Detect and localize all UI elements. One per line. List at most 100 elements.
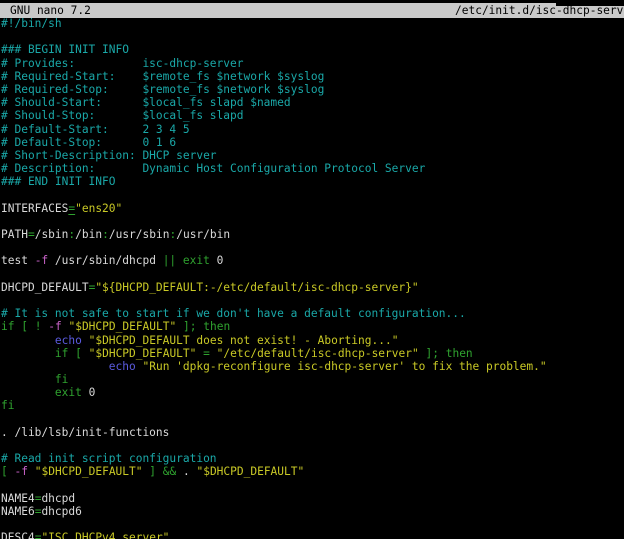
code-token[interactable]: =: [203, 347, 210, 360]
code-token[interactable]: "${DHCPD_DEFAULT:-/etc/default/isc-dhcp-…: [95, 281, 418, 294]
code-token[interactable]: # Should-Stop: $local_fs slapd: [1, 109, 243, 122]
code-token[interactable]: # Short-Description: DHCP server: [1, 149, 217, 162]
code-line[interactable]: INTERFACES="ens20": [1, 202, 624, 215]
code-line[interactable]: # Provides: isc-dhcp-server: [1, 57, 624, 70]
code-line[interactable]: fi: [1, 373, 624, 386]
code-token[interactable]: 0: [210, 254, 223, 267]
code-line[interactable]: # Read init script configuration: [1, 452, 624, 465]
code-token[interactable]: # Default-Start: 2 3 4 5: [1, 123, 190, 136]
editor-content[interactable]: #!/bin/sh ### BEGIN INIT INFO# Provides: …: [1, 17, 624, 539]
code-token[interactable]: # It is not safe to start if we don't ha…: [1, 307, 466, 320]
code-token[interactable]: /bin: [75, 228, 102, 241]
code-token[interactable]: [8, 465, 15, 478]
code-token[interactable]: echo: [55, 334, 82, 347]
code-token[interactable]: "/etc/default/isc-dhcp-server": [217, 347, 419, 360]
code-line[interactable]: # Required-Start: $remote_fs $network $s…: [1, 70, 624, 83]
code-token[interactable]: ];: [183, 320, 196, 333]
code-line[interactable]: if [ ! -f "$DHCPD_DEFAULT" ]; then: [1, 320, 624, 333]
code-line[interactable]: [1, 241, 624, 254]
code-token[interactable]: /sbin: [35, 228, 69, 241]
code-token[interactable]: "$DHCPD_DEFAULT": [68, 320, 176, 333]
code-line[interactable]: # Should-Start: $local_fs slapd $named: [1, 96, 624, 109]
code-token[interactable]: ||: [163, 254, 176, 267]
code-line[interactable]: [1, 188, 624, 201]
code-token[interactable]: -f: [35, 254, 48, 267]
code-token[interactable]: /usr/sbin: [109, 228, 170, 241]
code-token[interactable]: if: [55, 347, 68, 360]
code-line[interactable]: [1, 215, 624, 228]
code-token[interactable]: PATH: [1, 228, 28, 241]
code-token[interactable]: "Run 'dpkg-reconfigure isc-dhcp-server' …: [142, 360, 546, 373]
code-token[interactable]: [176, 320, 183, 333]
code-token[interactable]: [: [1, 465, 8, 478]
code-token[interactable]: # Default-Stop: 0 1 6: [1, 136, 176, 149]
code-token[interactable]: fi: [1, 399, 14, 412]
code-token[interactable]: [28, 320, 35, 333]
code-token[interactable]: dhcpd: [41, 492, 75, 505]
code-token[interactable]: # Required-Start: $remote_fs $network $s…: [1, 70, 324, 83]
code-line[interactable]: [1, 439, 624, 452]
code-token[interactable]: dhcpd6: [41, 505, 81, 518]
code-token[interactable]: then: [446, 347, 473, 360]
code-line[interactable]: echo "$DHCPD_DEFAULT does not exist! - A…: [1, 334, 624, 347]
code-token[interactable]: [210, 347, 217, 360]
code-line[interactable]: . /lib/lsb/init-functions: [1, 426, 624, 439]
code-token[interactable]: [82, 347, 89, 360]
code-line[interactable]: NAME4=dhcpd: [1, 492, 624, 505]
code-line[interactable]: [1, 479, 624, 492]
code-token[interactable]: [1, 360, 109, 373]
code-token[interactable]: exit: [55, 386, 82, 399]
code-line[interactable]: # Short-Description: DHCP server: [1, 149, 624, 162]
code-line[interactable]: # Default-Start: 2 3 4 5: [1, 123, 624, 136]
code-token[interactable]: ### BEGIN INIT INFO: [1, 43, 129, 56]
code-token[interactable]: [176, 254, 183, 267]
code-line[interactable]: # It is not safe to start if we don't ha…: [1, 307, 624, 320]
code-token[interactable]: # Should-Start: $local_fs slapd $named: [1, 96, 291, 109]
code-token[interactable]: DESC4: [1, 531, 35, 539]
code-token[interactable]: [82, 334, 89, 347]
code-token[interactable]: [1, 386, 55, 399]
code-token[interactable]: DHCPD_DEFAULT: [1, 281, 89, 294]
code-token[interactable]: [1, 373, 55, 386]
code-token[interactable]: &&: [163, 465, 176, 478]
code-line[interactable]: [1, 413, 624, 426]
code-token[interactable]: # Provides: isc-dhcp-server: [1, 57, 243, 70]
code-token[interactable]: [1, 347, 55, 360]
code-token[interactable]: "$DHCPD_DEFAULT": [196, 465, 304, 478]
code-token[interactable]: exit: [183, 254, 210, 267]
code-token[interactable]: "$DHCPD_DEFAULT does not exist! - Aborti…: [89, 334, 399, 347]
code-token[interactable]: # Description: Dynamic Host Configuratio…: [1, 162, 425, 175]
code-token[interactable]: NAME4: [1, 492, 35, 505]
code-token[interactable]: # Required-Stop: $remote_fs $network $sy…: [1, 83, 324, 96]
code-token[interactable]: "ISC DHCPv4 server": [41, 531, 169, 539]
code-token[interactable]: then: [203, 320, 230, 333]
code-token[interactable]: [156, 465, 163, 478]
code-line[interactable]: ### BEGIN INIT INFO: [1, 43, 624, 56]
code-line[interactable]: exit 0: [1, 386, 624, 399]
code-token[interactable]: -f: [48, 320, 61, 333]
code-token[interactable]: fi: [55, 373, 68, 386]
code-token[interactable]: [: [21, 320, 28, 333]
code-line[interactable]: # Should-Stop: $local_fs slapd: [1, 109, 624, 122]
code-line[interactable]: [ -f "$DHCPD_DEFAULT" ] && . "$DHCPD_DEF…: [1, 465, 624, 478]
code-token[interactable]: ### END INIT INFO: [1, 175, 116, 188]
code-token[interactable]: INTERFACES: [1, 202, 68, 215]
code-line[interactable]: NAME6=dhcpd6: [1, 505, 624, 518]
code-line[interactable]: fi: [1, 399, 624, 412]
code-token[interactable]: [: [75, 347, 82, 360]
code-token[interactable]: # Read init script configuration: [1, 452, 217, 465]
code-line[interactable]: [1, 294, 624, 307]
code-line[interactable]: #!/bin/sh: [1, 17, 624, 30]
code-line[interactable]: DHCPD_DEFAULT="${DHCPD_DEFAULT:-/etc/def…: [1, 281, 624, 294]
code-token[interactable]: :: [102, 228, 109, 241]
code-line[interactable]: if [ "$DHCPD_DEFAULT" = "/etc/default/is…: [1, 347, 624, 360]
code-token[interactable]: if: [1, 320, 14, 333]
code-line[interactable]: # Description: Dynamic Host Configuratio…: [1, 162, 624, 175]
code-token[interactable]: /usr/bin: [176, 228, 230, 241]
code-token[interactable]: test: [1, 254, 35, 267]
code-line[interactable]: DESC4="ISC DHCPv4 server": [1, 531, 624, 539]
code-line[interactable]: test -f /usr/sbin/dhcpd || exit 0: [1, 254, 624, 267]
code-token[interactable]: "$DHCPD_DEFAULT": [35, 465, 143, 478]
code-token[interactable]: 0: [82, 386, 95, 399]
code-token[interactable]: "ens20": [75, 202, 122, 215]
